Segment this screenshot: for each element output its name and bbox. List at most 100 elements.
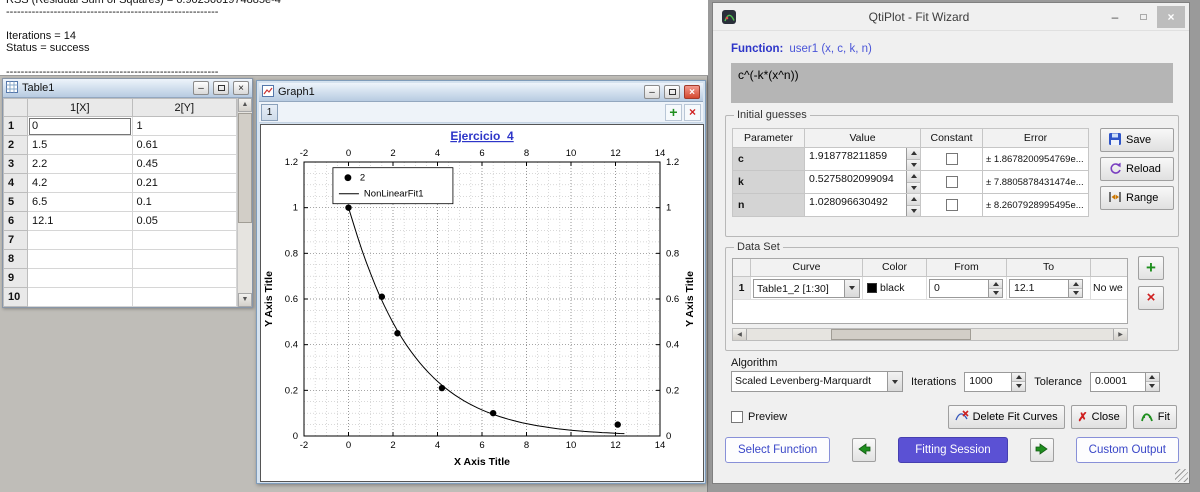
spinner-up-icon[interactable] [907,171,920,183]
value-column-header[interactable]: Value [804,128,921,148]
cell-x[interactable]: 6.5 [27,192,133,212]
param-constant-cell[interactable] [920,170,983,194]
from-cell[interactable]: 0 [927,277,1007,300]
dialog-titlebar[interactable]: QtiPlot - Fit Wizard – × [713,3,1189,31]
preview-checkbox[interactable]: Preview [731,411,787,423]
row-number[interactable]: 6 [3,211,28,231]
param-constant-cell[interactable] [920,147,983,171]
spinner-down-icon[interactable] [1012,382,1026,391]
cell-x[interactable] [27,249,133,269]
cell-y[interactable]: 1 [131,116,237,136]
corner-cell[interactable] [3,98,28,117]
delete-fit-curves-button[interactable]: Delete Fit Curves [947,405,1065,429]
graph1-titlebar[interactable]: Graph1 – × [259,83,703,102]
row-number[interactable]: 4 [3,173,28,193]
restore-button[interactable] [213,81,229,95]
custom-output-button[interactable]: Custom Output [1075,437,1179,463]
minimize-button[interactable]: – [644,85,660,99]
to-cell[interactable]: 12.1 [1007,277,1091,300]
spinner-down-icon[interactable] [989,288,1002,297]
checkbox-icon[interactable] [731,411,743,423]
row-number[interactable]: 3 [3,154,28,174]
add-layer-button[interactable]: + [665,103,682,121]
param-name[interactable]: k [732,170,805,194]
minimize-button[interactable]: – [193,81,209,95]
table1-titlebar[interactable]: Table1 – × [3,79,252,98]
range-button[interactable]: Range [1100,186,1174,210]
scrollbar-track[interactable] [747,329,1113,340]
cell-x[interactable]: 4.2 [27,173,133,193]
cell-x[interactable] [27,268,133,288]
curve-color-cell[interactable]: black [863,277,927,300]
tolerance-input[interactable]: 0.0001 [1089,371,1160,392]
curve-column-header[interactable]: Curve [751,259,863,277]
to-column-header[interactable]: To [1007,259,1091,277]
close-button[interactable]: × [684,85,700,99]
spinner-up-icon[interactable] [1145,372,1159,382]
cell-y[interactable] [131,230,237,250]
scroll-up-icon[interactable]: ▲ [238,98,252,112]
color-column-header[interactable]: Color [863,259,927,277]
row-number[interactable]: 5 [3,192,28,212]
cell-y[interactable]: 0.61 [131,135,237,155]
cell-y[interactable]: 0.21 [131,173,237,193]
vertical-scrollbar[interactable]: ▲ ▼ [237,98,252,307]
save-button[interactable]: Save [1100,128,1174,152]
param-constant-cell[interactable] [920,193,983,217]
select-function-button[interactable]: Select Function [725,437,831,463]
checkbox-icon[interactable] [945,199,958,212]
cell-x[interactable] [27,287,133,307]
dataset-row[interactable]: 1 Table1_2 [1:30] black 0 12.1 No we [733,277,1127,300]
restore-button[interactable] [664,85,680,99]
remove-dataset-button[interactable]: × [1138,286,1164,310]
close-button[interactable]: × [1157,5,1185,28]
scrollbar-thumb[interactable] [831,329,971,340]
close-button[interactable]: × [233,81,249,95]
curve-select[interactable]: Table1_2 [1:30] [753,278,860,298]
cell-x[interactable]: 1.5 [27,135,133,155]
spinner-down-icon[interactable] [907,205,920,216]
scrollbar-thumb[interactable] [238,113,252,223]
spinner-down-icon[interactable] [907,182,920,193]
reload-button[interactable]: Reload [1100,157,1174,181]
iterations-input[interactable]: 1000 [964,371,1027,392]
horizontal-scrollbar[interactable]: ◀ ▶ [732,328,1128,341]
error-column-header[interactable]: Error [982,128,1089,148]
to-input[interactable]: 12.1 [1009,278,1083,298]
cell-x[interactable]: 0 [27,116,133,136]
cell-y[interactable]: 0.45 [131,154,237,174]
resize-grip[interactable] [1175,469,1188,482]
spinner-down-icon[interactable] [1145,382,1159,391]
from-input[interactable]: 0 [929,278,1003,298]
add-dataset-button[interactable]: + [1138,256,1164,280]
fitting-session-button[interactable]: Fitting Session [898,437,1008,463]
column-header-x[interactable]: 1[X] [27,98,133,117]
param-column-header[interactable]: Parameter [732,128,805,148]
cell-y[interactable]: 0.1 [131,192,237,212]
cell-y[interactable] [131,287,237,307]
column-header-y[interactable]: 2[Y] [131,98,237,117]
next-step-button[interactable] [1029,438,1054,462]
plot-canvas[interactable]: -2 -2 0 0 2 2 4 4 6 6 8 8 10 10 12 12 14 14 0 0 0.2 0.2 0.4 0.4… [260,124,704,482]
spinner-up-icon[interactable] [1012,372,1026,382]
param-value-cell[interactable]: 1.918778211859 [804,147,921,171]
cell-x[interactable]: 2.2 [27,154,133,174]
results-log[interactable]: RSS (Residual Sum of Squares) = 6.902566… [0,0,708,76]
dropdown-arrow-icon[interactable] [844,279,859,297]
spinner-up-icon[interactable] [989,279,1002,289]
formula-box[interactable]: c^(-k*(x^n)) [731,63,1173,103]
maximize-button[interactable] [1129,6,1157,28]
cell-x[interactable]: 12.1 [27,211,133,231]
param-value-input[interactable]: 1.028096630492 [805,194,920,216]
from-column-header[interactable]: From [927,259,1007,277]
spinner-up-icon[interactable] [1069,279,1082,289]
checkbox-icon[interactable] [945,153,958,166]
param-name[interactable]: c [732,147,805,171]
scroll-left-icon[interactable]: ◀ [733,329,747,340]
minimize-button[interactable]: – [1101,6,1129,28]
layer-button[interactable]: 1 [261,103,278,121]
param-value-input[interactable]: 0.5275802099094 [805,171,920,193]
cell-x[interactable] [27,230,133,250]
spinner-down-icon[interactable] [1069,288,1082,297]
fit-plot[interactable]: -2-200224466881010121214140 00.2 0.20.4 0.4… [260,124,704,482]
